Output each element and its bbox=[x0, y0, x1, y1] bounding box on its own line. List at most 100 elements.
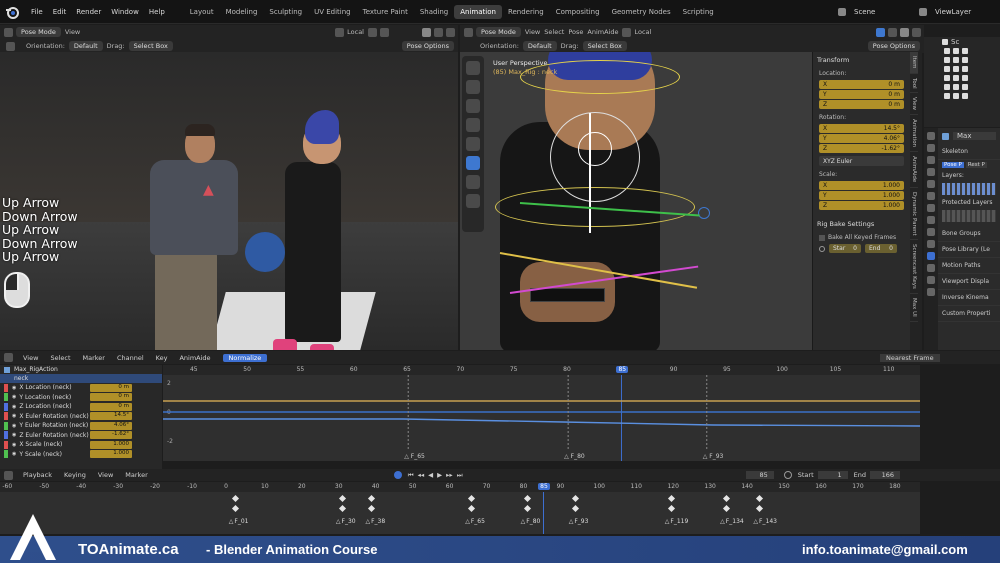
play-icon[interactable]: ▶ bbox=[437, 471, 442, 479]
menu-render[interactable]: Render bbox=[71, 8, 106, 16]
timeline-frame-ruler[interactable]: -60 -50 -40 -30 -20 -10 0 10 20 30 40 50 60 70 80 90 100… bbox=[0, 482, 920, 492]
marker-label[interactable]: △ F_65 bbox=[404, 453, 425, 460]
tab-animaide[interactable]: AnimAide bbox=[910, 152, 918, 188]
keyframe[interactable] bbox=[338, 494, 346, 503]
f-curve[interactable] bbox=[163, 418, 920, 427]
camera-icon[interactable] bbox=[962, 65, 968, 72]
protected-layers-grid[interactable] bbox=[942, 210, 996, 222]
eye-icon[interactable] bbox=[953, 47, 959, 54]
channel-value-field[interactable]: 1.000 bbox=[90, 440, 132, 449]
left-transform-space[interactable]: Local bbox=[347, 28, 364, 36]
rotation-z-field[interactable]: Z -1.62° bbox=[819, 144, 904, 153]
channel-value-field[interactable]: 1.000 bbox=[90, 450, 132, 459]
right-pose-options[interactable]: Pose Options bbox=[867, 41, 920, 51]
ik-target-ring[interactable] bbox=[698, 207, 710, 219]
channel-value-field[interactable]: 0 m bbox=[90, 393, 132, 402]
camera-icon[interactable] bbox=[962, 47, 968, 54]
keyframe[interactable] bbox=[756, 504, 764, 513]
timeline-marker[interactable]: F_119 bbox=[665, 518, 688, 525]
eye-icon[interactable] bbox=[953, 56, 959, 63]
tl-menu-keying[interactable]: Keying bbox=[58, 471, 92, 479]
right-menu-select[interactable]: Select bbox=[544, 28, 564, 36]
right-drag-select[interactable]: Select Box bbox=[582, 41, 627, 51]
ge-menu-marker[interactable]: Marker bbox=[77, 354, 111, 362]
tab-screencast-keys[interactable]: Screencast Keys bbox=[910, 240, 918, 295]
tl-menu-view[interactable]: View bbox=[92, 471, 119, 479]
ge-menu-view[interactable]: View bbox=[17, 354, 44, 362]
timeline-marker[interactable]: F_65 bbox=[465, 518, 485, 525]
channel-row[interactable]: ◉ Z Location (neck) 0 m bbox=[0, 402, 162, 412]
tl-menu-marker[interactable]: Marker bbox=[119, 471, 153, 479]
select-tool-icon[interactable] bbox=[466, 61, 480, 75]
ge-menu-channel[interactable]: Channel bbox=[111, 354, 150, 362]
right-menu-pose[interactable]: Pose bbox=[568, 28, 583, 36]
rig-bake-header[interactable]: Rig Bake Settings bbox=[813, 216, 910, 232]
location-y-field[interactable]: Y 0 m bbox=[819, 90, 904, 99]
tab-sculpting[interactable]: Sculpting bbox=[263, 5, 308, 19]
rotation-mode-select[interactable]: XYZ Euler bbox=[819, 156, 904, 166]
channel-row[interactable]: ◉ Y Euler Rotation (neck) 4.06° bbox=[0, 421, 162, 431]
current-frame-field[interactable]: 85 bbox=[745, 471, 774, 479]
playhead-line[interactable] bbox=[543, 492, 545, 534]
record-icon[interactable] bbox=[393, 471, 402, 479]
pose-position-button[interactable]: Pose P bbox=[942, 162, 964, 168]
left-mode-select[interactable]: Pose Mode bbox=[16, 27, 61, 37]
right-orientation-select[interactable]: Default bbox=[522, 41, 557, 51]
outliner-row[interactable] bbox=[924, 91, 1000, 100]
tab-shading[interactable]: Shading bbox=[414, 5, 454, 19]
channel-value-field[interactable]: -1.62° bbox=[90, 431, 132, 440]
tab-modeling[interactable]: Modeling bbox=[220, 5, 264, 19]
marker-label[interactable]: △ F_80 bbox=[564, 453, 585, 460]
outliner-row[interactable] bbox=[924, 55, 1000, 64]
shading-solid-icon[interactable] bbox=[422, 27, 431, 37]
view-layer-icon[interactable] bbox=[927, 168, 935, 176]
transform-header[interactable]: Transform bbox=[813, 52, 910, 68]
physics-icon[interactable] bbox=[927, 228, 935, 236]
channel-row[interactable]: ◉ X Scale (neck) 1.000 bbox=[0, 440, 162, 450]
tab-view[interactable]: View bbox=[910, 93, 918, 116]
keyframe[interactable] bbox=[368, 494, 376, 503]
tab-max-ui[interactable]: Max UI bbox=[910, 294, 918, 322]
right-menu-animaide[interactable]: AnimAide bbox=[587, 28, 618, 36]
overlay-icon[interactable] bbox=[876, 27, 885, 37]
channel-row[interactable]: ◉ Y Scale (neck) 1.000 bbox=[0, 450, 162, 460]
scene-icon[interactable] bbox=[927, 180, 935, 188]
shading-rendered-icon[interactable] bbox=[446, 27, 455, 37]
eye-icon[interactable] bbox=[953, 92, 959, 99]
play-reverse-icon[interactable]: ◀ bbox=[428, 471, 433, 479]
view-layer-selector[interactable]: ViewLayer bbox=[930, 8, 1000, 16]
bone-layers-grid[interactable] bbox=[942, 183, 996, 195]
timeline-marker[interactable]: F_38 bbox=[365, 518, 385, 525]
timeline-keyframes[interactable]: F_01 F_30 F_38 F_65 F_80 F_93 F_119 F_134 F_143 bbox=[0, 492, 920, 534]
camera-icon[interactable] bbox=[962, 74, 968, 81]
snap-icon[interactable] bbox=[368, 27, 377, 37]
tab-item[interactable]: Item bbox=[910, 52, 918, 74]
menu-edit[interactable]: Edit bbox=[48, 8, 72, 16]
timeline-marker[interactable]: F_80 bbox=[521, 518, 540, 525]
camera-icon[interactable] bbox=[962, 92, 968, 99]
armature-data-icon[interactable] bbox=[927, 252, 935, 260]
left-view-menu[interactable]: View bbox=[65, 28, 80, 36]
ge-menu-key[interactable]: Key bbox=[150, 354, 174, 362]
location-z-field[interactable]: Z 0 m bbox=[819, 100, 904, 109]
shading-material-icon[interactable] bbox=[912, 27, 921, 37]
graph-area[interactable]: 2 0 -2 △ F_65 △ F_80 △ F_93 bbox=[163, 365, 920, 461]
keyframe[interactable] bbox=[338, 504, 346, 513]
move-tool-icon[interactable] bbox=[466, 99, 480, 113]
eye-icon[interactable]: ◉ bbox=[12, 451, 16, 457]
end-field[interactable]: 166 bbox=[870, 471, 900, 479]
world-icon[interactable] bbox=[927, 192, 935, 200]
eye-icon[interactable] bbox=[953, 65, 959, 72]
proportional-icon[interactable] bbox=[380, 27, 389, 37]
start-field[interactable]: 1 bbox=[817, 471, 848, 479]
marker-label[interactable]: △ F_93 bbox=[703, 453, 724, 460]
keyframe[interactable] bbox=[723, 504, 731, 513]
jump-end-icon[interactable]: ⏭ bbox=[457, 471, 463, 480]
ge-menu-select[interactable]: Select bbox=[44, 354, 76, 362]
keyframe[interactable] bbox=[231, 504, 239, 513]
channel-value-field[interactable]: 14.5° bbox=[90, 412, 132, 421]
keyframe[interactable] bbox=[468, 494, 476, 503]
right-mode-select[interactable]: Pose Mode bbox=[476, 27, 521, 37]
action-row[interactable]: Max_RigAction bbox=[0, 365, 162, 374]
keyframe[interactable] bbox=[723, 494, 731, 503]
